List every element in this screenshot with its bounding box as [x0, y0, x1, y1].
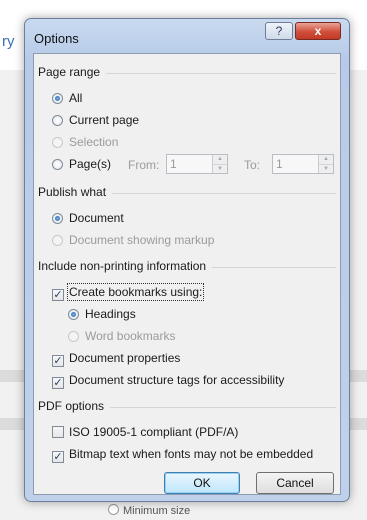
structure-tags-checkbox[interactable]: ✓ Document structure tags for accessibili…	[52, 372, 285, 389]
background-minimum-size: Minimum size	[108, 504, 190, 517]
bookmark-word-label: Word bookmarks	[85, 329, 176, 343]
from-value: 1	[170, 157, 177, 171]
to-value: 1	[276, 157, 283, 171]
from-spinner[interactable]: 1 ▲ ▼	[166, 154, 228, 174]
page-range-pages-label: Page(s)	[69, 157, 112, 171]
radio-selected-icon	[68, 309, 79, 320]
page-range-current-page-option[interactable]: Current page	[52, 112, 139, 128]
pdf-options-label: PDF options	[38, 399, 111, 413]
spin-down-icon[interactable]: ▼	[213, 164, 227, 173]
background-radio-icon	[108, 504, 119, 515]
radio-selected-icon	[52, 213, 63, 224]
ok-button[interactable]: OK	[164, 472, 240, 494]
checkbox-checked-icon: ✓	[52, 451, 64, 463]
publish-document-label: Document	[69, 211, 124, 225]
background-minimum-size-label: Minimum size	[123, 505, 191, 517]
spin-down-icon[interactable]: ▼	[319, 164, 333, 173]
checkbox-checked-icon: ✓	[52, 355, 64, 367]
close-button[interactable]: x	[295, 22, 341, 40]
to-label: To:	[244, 158, 261, 172]
checkbox-unchecked-icon	[52, 426, 64, 438]
publish-document-option[interactable]: Document	[52, 210, 124, 226]
background-text-fragment: ry	[2, 33, 15, 50]
options-dialog: Options ? x Page range All Current page …	[24, 18, 350, 502]
cancel-button[interactable]: Cancel	[256, 472, 334, 494]
to-spin-arrows[interactable]: ▲ ▼	[318, 155, 333, 173]
create-bookmarks-checkbox[interactable]: ✓ Create bookmarks using:	[52, 283, 205, 301]
publish-markup-label: Document showing markup	[69, 233, 215, 247]
publish-markup-option: Document showing markup	[52, 232, 214, 248]
page-range-selection-label: Selection	[69, 135, 119, 149]
radio-disabled-icon	[52, 137, 63, 148]
page-range-label: Page range	[38, 65, 107, 79]
structure-tags-label: Document structure tags for accessibilit…	[69, 373, 285, 387]
from-label: From:	[128, 158, 160, 172]
document-properties-label: Document properties	[69, 351, 181, 365]
help-icon: ?	[275, 24, 283, 38]
bitmap-text-label: Bitmap text when fonts may not be embedd…	[69, 447, 314, 461]
bookmark-word-option: Word bookmarks	[68, 328, 175, 344]
page-range-selection-option: Selection	[52, 134, 118, 150]
dialog-title: Options	[34, 31, 79, 46]
spin-up-icon[interactable]: ▲	[319, 155, 333, 164]
radio-selected-icon	[52, 93, 63, 104]
from-spin-arrows[interactable]: ▲ ▼	[212, 155, 227, 173]
radio-disabled-icon	[52, 235, 63, 246]
bookmark-headings-label: Headings	[85, 307, 136, 321]
dialog-content: Page range All Current page Selection Pa…	[33, 53, 341, 495]
radio-disabled-icon	[68, 331, 79, 342]
checkbox-checked-icon: ✓	[52, 289, 64, 301]
bitmap-text-checkbox[interactable]: ✓ Bitmap text when fonts may not be embed…	[52, 446, 314, 463]
bookmark-headings-option[interactable]: Headings	[68, 306, 136, 322]
checkbox-checked-icon: ✓	[52, 377, 64, 389]
help-button[interactable]: ?	[265, 22, 293, 40]
document-properties-checkbox[interactable]: ✓ Document properties	[52, 350, 181, 367]
page-range-current-page-label: Current page	[69, 113, 140, 127]
page-range-all-label: All	[69, 91, 83, 105]
spin-up-icon[interactable]: ▲	[213, 155, 227, 164]
close-icon: x	[314, 24, 322, 38]
to-spinner[interactable]: 1 ▲ ▼	[272, 154, 334, 174]
page-range-pages-option[interactable]: Page(s)	[52, 156, 111, 172]
page-range-all-option[interactable]: All	[52, 90, 82, 106]
create-bookmarks-label: Create bookmarks using:	[66, 283, 205, 301]
iso-compliant-label: ISO 19005-1 compliant (PDF/A)	[69, 425, 239, 439]
radio-icon	[52, 159, 63, 170]
publish-what-label: Publish what	[38, 185, 113, 199]
iso-compliant-checkbox[interactable]: ISO 19005-1 compliant (PDF/A)	[52, 424, 238, 440]
radio-icon	[52, 115, 63, 126]
non-printing-label: Include non-printing information	[38, 259, 213, 273]
